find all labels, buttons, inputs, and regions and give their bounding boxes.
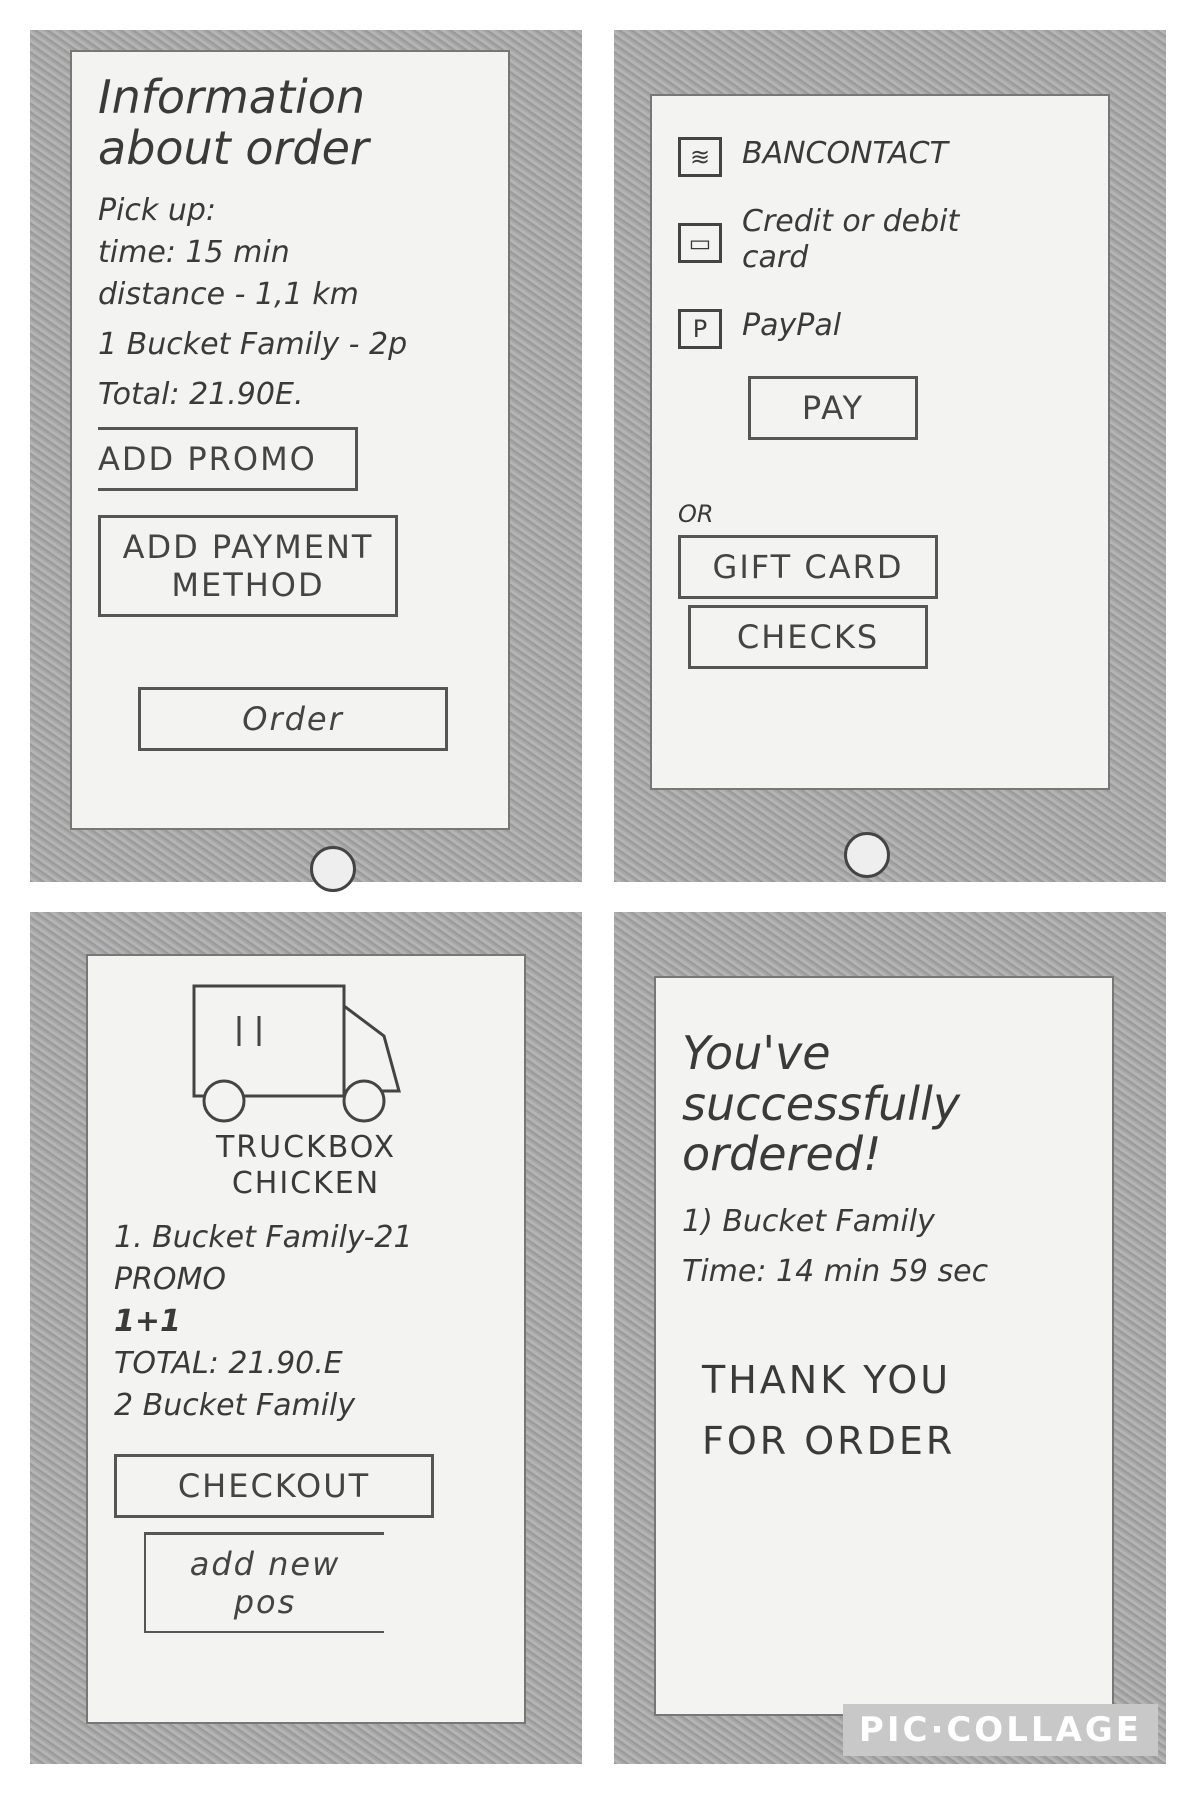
thank-you-message: THANK YOU FOR ORDER bbox=[702, 1357, 956, 1463]
add-new-position-button[interactable]: add new pos bbox=[144, 1532, 384, 1633]
order-button[interactable]: Order bbox=[138, 687, 448, 752]
success-message: You've successfully ordered! bbox=[682, 1026, 961, 1182]
add-promo-button[interactable]: ADD PROMO bbox=[98, 427, 358, 492]
payment-option-label: BANCONTACT bbox=[742, 136, 948, 171]
add-payment-method-button[interactable]: ADD PAYMENT METHOD bbox=[98, 515, 398, 618]
payment-option-label: PayPal bbox=[742, 308, 842, 343]
phone-sketch-confirmation: You've successfully ordered! 1) Bucket F… bbox=[614, 912, 1166, 1764]
watermark-logo: PIC·COLLAGE bbox=[842, 1704, 1158, 1756]
home-button-icon bbox=[844, 832, 890, 878]
payment-option-label: Credit or debit card bbox=[742, 204, 960, 275]
payment-option-bancontact[interactable]: ≋ BANCONTACT bbox=[678, 136, 1082, 178]
page-title: Information about order bbox=[98, 70, 369, 175]
pickup-time: time: 15 min bbox=[98, 235, 290, 271]
promo-label: PROMO bbox=[114, 1262, 227, 1297]
cart-result: 2 Bucket Family bbox=[114, 1388, 356, 1423]
screen-order-info: Information about order Pick up: time: 1… bbox=[70, 50, 510, 830]
or-label: OR bbox=[678, 500, 714, 528]
home-button-icon bbox=[310, 846, 356, 892]
phone-sketch-payment: ≋ BANCONTACT ▭ Credit or debit card P PayPa… bbox=[614, 30, 1166, 882]
cart-item: 1. Bucket Family-21 bbox=[114, 1220, 413, 1255]
checkout-button[interactable]: CHECKOUT bbox=[114, 1454, 434, 1518]
bancontact-icon: ≋ bbox=[678, 137, 722, 177]
ready-time: Time: 14 min 59 sec bbox=[682, 1253, 989, 1289]
pay-button[interactable]: PAY bbox=[748, 376, 918, 440]
checks-button[interactable]: CHECKS bbox=[688, 604, 928, 669]
screen-payment: ≋ BANCONTACT ▭ Credit or debit card P PayPa… bbox=[650, 94, 1110, 790]
order-item: 1 Bucket Family - 2p bbox=[98, 327, 408, 363]
paypal-icon: P bbox=[678, 309, 722, 349]
ordered-item: 1) Bucket Family bbox=[682, 1203, 935, 1239]
promo-value: 1+1 bbox=[114, 1304, 181, 1339]
pickup-distance: distance - 1,1 km bbox=[98, 277, 359, 313]
payment-option-card[interactable]: ▭ Credit or debit card bbox=[678, 204, 1082, 282]
food-truck-icon bbox=[192, 984, 401, 1123]
gift-card-button[interactable]: GIFT CARD bbox=[678, 534, 938, 599]
restaurant-name: TRUCKBOX CHICKEN bbox=[215, 1130, 397, 1201]
screen-cart: TRUCKBOX CHICKEN 1. Bucket Family-21 PRO… bbox=[86, 954, 526, 1724]
pickup-label: Pick up: bbox=[98, 193, 216, 229]
payment-option-paypal[interactable]: P PayPal bbox=[678, 308, 1082, 350]
cart-total: TOTAL: 21.90.E bbox=[114, 1346, 343, 1381]
screen-confirmation: You've successfully ordered! 1) Bucket F… bbox=[654, 976, 1114, 1716]
order-total: Total: 21.90E. bbox=[98, 377, 304, 413]
phone-sketch-order-info: Information about order Pick up: time: 1… bbox=[30, 30, 582, 892]
phone-sketch-cart: TRUCKBOX CHICKEN 1. Bucket Family-21 PRO… bbox=[30, 912, 582, 1764]
card-icon: ▭ bbox=[678, 223, 722, 263]
